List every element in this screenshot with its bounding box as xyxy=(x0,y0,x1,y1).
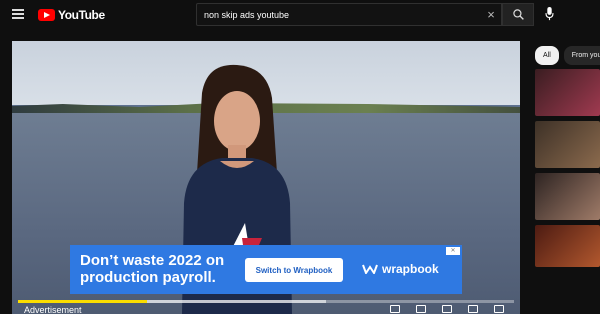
logo-text: YouTube xyxy=(58,8,105,22)
ad-headline: Don’t waste 2022 on production payroll. xyxy=(80,252,224,286)
ad-progress-bar[interactable] xyxy=(18,300,514,303)
related-video-thumbnail[interactable] xyxy=(535,121,600,168)
clear-search-icon[interactable]: × xyxy=(481,7,501,22)
subtitles-icon[interactable] xyxy=(390,305,400,313)
wrapbook-logo-icon xyxy=(362,264,378,274)
ad-overlay-banner[interactable]: Don’t waste 2022 on production payroll. … xyxy=(70,245,462,294)
theater-mode-icon[interactable] xyxy=(468,305,478,313)
search-icon xyxy=(512,9,524,20)
related-video-thumbnail[interactable] xyxy=(535,69,600,116)
search-input[interactable]: non skip ads youtube × xyxy=(196,3,502,26)
filter-chips: All From you xyxy=(535,46,600,65)
search-query-text[interactable]: non skip ads youtube xyxy=(197,10,481,20)
search-button[interactable] xyxy=(502,3,534,26)
ad-headline-line-2: production payroll. xyxy=(80,269,216,286)
related-videos-sidebar: All From you xyxy=(531,41,600,314)
fullscreen-icon[interactable] xyxy=(494,305,504,313)
hamburger-menu-icon[interactable] xyxy=(12,9,24,19)
masthead: YouTube non skip ads youtube × xyxy=(0,0,600,30)
progress-played xyxy=(18,300,147,303)
ad-brand-name: wrapbook xyxy=(382,262,439,276)
microphone-icon[interactable] xyxy=(545,7,554,21)
ad-close-icon[interactable]: ✕ xyxy=(446,247,460,255)
related-video-thumbnail[interactable] xyxy=(535,225,600,267)
ad-headline-line-1: Don’t waste 2022 on xyxy=(80,252,225,269)
ad-cta-button[interactable]: Switch to Wrapbook xyxy=(245,258,343,282)
player-controls xyxy=(390,305,504,313)
related-video-thumbnail[interactable] xyxy=(535,173,600,220)
chip-from-you[interactable]: From you xyxy=(563,46,600,65)
youtube-play-icon xyxy=(38,9,55,21)
miniplayer-icon[interactable] xyxy=(442,305,452,313)
video-player[interactable]: Don’t waste 2022 on production payroll. … xyxy=(12,41,520,314)
ad-brand-logo: wrapbook xyxy=(362,262,439,276)
youtube-logo[interactable]: YouTube xyxy=(38,8,105,22)
settings-icon[interactable] xyxy=(416,305,426,313)
chip-all[interactable]: All xyxy=(535,46,559,65)
advertisement-label: Advertisement xyxy=(24,305,82,314)
